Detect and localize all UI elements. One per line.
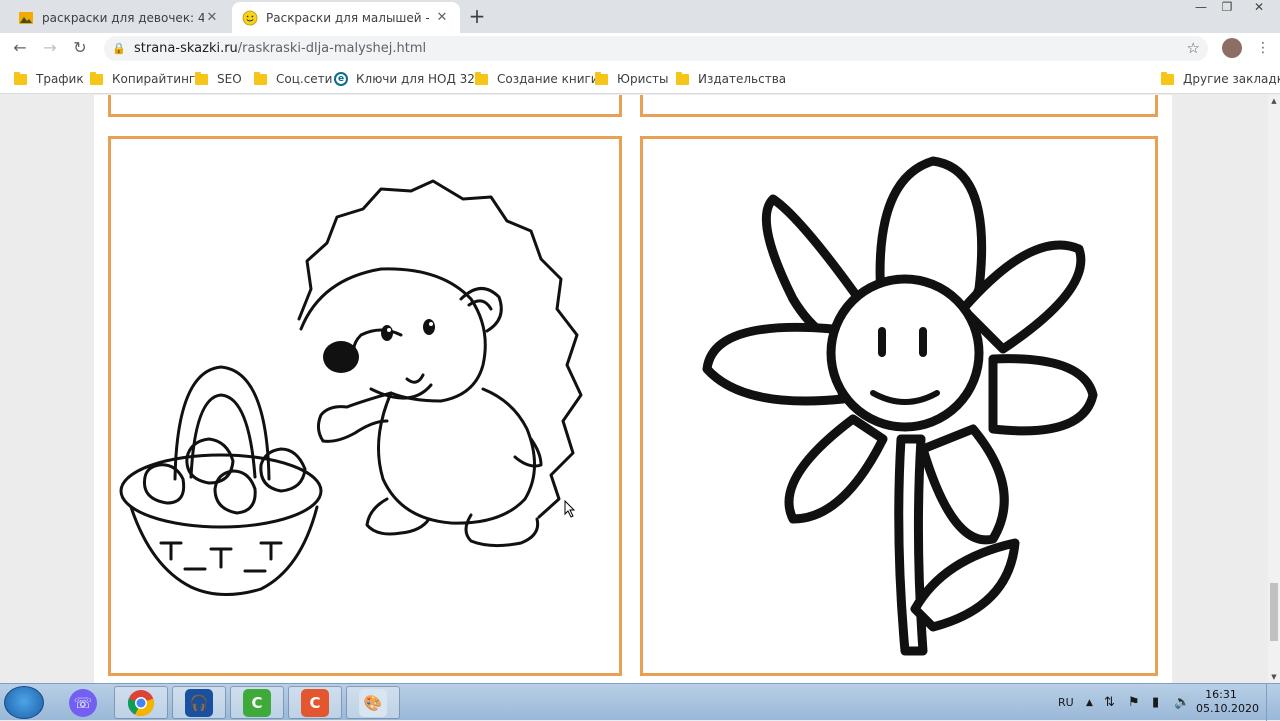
folder-icon bbox=[195, 71, 208, 85]
system-clock[interactable]: 16:31 05.10.2020 bbox=[1196, 688, 1259, 716]
bookmark-label: Юристы bbox=[617, 72, 669, 86]
bookmark-label: SEO bbox=[217, 72, 242, 86]
folder-icon bbox=[14, 71, 27, 85]
restore-button[interactable]: ❐ bbox=[1214, 0, 1240, 20]
coloring-card-partial[interactable] bbox=[108, 95, 622, 117]
clock-time: 16:31 bbox=[1205, 688, 1237, 701]
windows-start-button[interactable] bbox=[4, 686, 44, 719]
eset-icon: e bbox=[334, 72, 348, 86]
reload-icon[interactable]: ↻ bbox=[69, 37, 91, 59]
folder-icon bbox=[676, 71, 689, 85]
bookmark-label: Создание книги bbox=[497, 72, 599, 86]
bookmark-star-icon[interactable]: ☆ bbox=[1187, 39, 1200, 57]
sync-icon[interactable]: ⇅ bbox=[1104, 684, 1115, 721]
close-window-button[interactable]: ✕ bbox=[1242, 0, 1276, 20]
coloring-card-hedgehog[interactable] bbox=[108, 136, 622, 676]
page-viewport bbox=[0, 95, 1268, 683]
bookmark-folder[interactable]: Копирайтинг bbox=[90, 71, 195, 87]
bookmark-label: Ключи для НОД 32 bbox=[356, 72, 475, 86]
flower-coloring-image[interactable] bbox=[643, 139, 1155, 673]
bookmark-label: Другие закладки bbox=[1183, 72, 1280, 86]
volume-icon[interactable]: 🔊 bbox=[1174, 684, 1190, 721]
url-host: strana-skazki.ru bbox=[134, 41, 238, 56]
headphones-icon: 🎧 bbox=[185, 688, 213, 717]
browser-toolbar: ← → ↻ 🔒 strana-skazki.ru/raskraski-dlja-… bbox=[0, 33, 1280, 64]
bookmark-folder[interactable]: Трафик bbox=[14, 71, 84, 87]
clock-date: 05.10.2020 bbox=[1196, 702, 1259, 715]
windows-taskbar: ☏ 🎧 C C 🎨 RU ▲ ⇅ ⚑ ▮ 🔊 16:31 05.10.2020 bbox=[0, 683, 1280, 721]
chrome-icon bbox=[127, 689, 155, 716]
tab-title: раскраски для девочек: 4 тыс и bbox=[42, 10, 204, 25]
lock-icon[interactable]: 🔒 bbox=[104, 42, 134, 55]
folder-icon bbox=[595, 71, 608, 85]
mouse-cursor-icon bbox=[564, 500, 576, 518]
forward-icon[interactable]: → bbox=[39, 37, 61, 59]
scroll-down-icon[interactable]: ▼ bbox=[1268, 671, 1280, 683]
scroll-up-icon[interactable]: ▲ bbox=[1268, 95, 1280, 107]
taskbar-audio-editor[interactable]: 🎧 bbox=[172, 686, 226, 719]
minimize-button[interactable]: — bbox=[1188, 0, 1214, 20]
scrollbar-thumb[interactable] bbox=[1270, 583, 1278, 641]
tab-title: Раскраски для малышей - Стра bbox=[266, 10, 434, 25]
viber-icon: ☏ bbox=[69, 688, 97, 717]
flag-icon[interactable]: ⚑ bbox=[1128, 684, 1140, 721]
camtasia-icon: C bbox=[243, 688, 271, 717]
bookmark-folder[interactable]: SEO bbox=[195, 71, 242, 87]
bookmark-folder[interactable]: Соц.сети bbox=[254, 71, 332, 87]
paint-palette-icon: 🎨 bbox=[359, 688, 387, 717]
tab-active[interactable]: Раскраски для малышей - Стра ✕ bbox=[232, 2, 460, 33]
bookmark-label: Копирайтинг bbox=[112, 72, 196, 86]
hedgehog-coloring-image[interactable] bbox=[111, 139, 619, 673]
coloring-card-partial[interactable] bbox=[640, 95, 1158, 117]
bookmark-label: Издательства bbox=[698, 72, 787, 86]
show-desktop-button[interactable] bbox=[1266, 684, 1280, 721]
bookmark-label: Трафик bbox=[36, 72, 84, 86]
tab-inactive[interactable]: раскраски для девочек: 4 тыс и ✕ bbox=[8, 2, 230, 33]
close-tab-icon[interactable]: ✕ bbox=[434, 10, 450, 25]
profile-avatar[interactable] bbox=[1222, 38, 1242, 58]
bookmark-label: Соц.сети bbox=[276, 72, 333, 86]
folder-icon bbox=[254, 71, 267, 85]
taskbar-camtasia[interactable]: C bbox=[230, 686, 284, 719]
network-icon[interactable]: ▮ bbox=[1152, 684, 1159, 721]
camtasia-recorder-icon: C bbox=[301, 688, 329, 717]
taskbar-paint[interactable]: 🎨 bbox=[346, 686, 400, 719]
bookmark-folder[interactable]: Юристы bbox=[595, 71, 668, 87]
other-bookmarks[interactable]: Другие закладки bbox=[1161, 71, 1280, 87]
bookmarks-bar: Трафик Копирайтинг SEO Соц.сети e Ключи д… bbox=[0, 64, 1280, 94]
folder-icon bbox=[90, 71, 103, 85]
bookmark-folder[interactable]: Издательства bbox=[676, 71, 786, 87]
folder-icon bbox=[475, 71, 488, 85]
address-bar[interactable]: 🔒 strana-skazki.ru/raskraski-dlja-malysh… bbox=[104, 36, 1208, 61]
taskbar-camtasia-recorder[interactable]: C bbox=[288, 686, 342, 719]
smiley-icon bbox=[242, 10, 258, 25]
taskbar-viber[interactable]: ☏ bbox=[56, 686, 110, 719]
back-icon[interactable]: ← bbox=[9, 37, 31, 59]
folder-icon bbox=[1161, 71, 1174, 85]
tab-strip: раскраски для девочек: 4 тыс и ✕ Раскрас… bbox=[0, 0, 1280, 33]
new-tab-button[interactable]: + bbox=[466, 6, 488, 28]
show-hidden-icons[interactable]: ▲ bbox=[1086, 684, 1093, 721]
close-tab-icon[interactable]: ✕ bbox=[204, 10, 220, 25]
menu-icon[interactable]: ⋮ bbox=[1256, 37, 1270, 59]
bookmark-folder[interactable]: Создание книги bbox=[475, 71, 599, 87]
url-path: /raskraski-dlja-malyshej.html bbox=[237, 41, 427, 56]
taskbar-chrome[interactable] bbox=[114, 686, 168, 719]
bookmark-link[interactable]: e Ключи для НОД 32 bbox=[334, 71, 475, 87]
image-search-icon bbox=[19, 11, 33, 24]
coloring-card-flower[interactable] bbox=[640, 136, 1158, 676]
page-body bbox=[94, 95, 1172, 683]
language-indicator[interactable]: RU bbox=[1058, 684, 1074, 721]
vertical-scrollbar[interactable]: ▲ ▼ bbox=[1268, 95, 1280, 683]
